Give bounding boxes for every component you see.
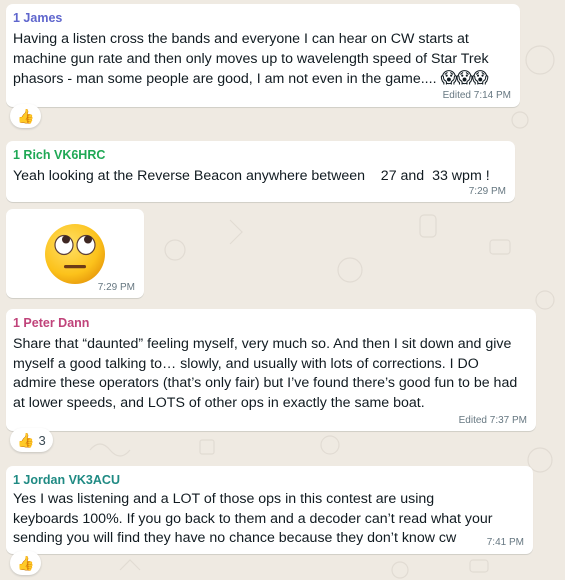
screaming-face-emoji: 😱😱😱 [440, 70, 488, 87]
message-timestamp: 7:29 PM [468, 186, 506, 197]
sender-name[interactable]: 1 Rich VK6HRC [13, 148, 105, 162]
message-text: Yes I was listening and a LOT of those o… [13, 491, 493, 546]
message-bubble[interactable]: 1 James Having a listen cross the bands … [6, 4, 520, 107]
message-body: Having a listen cross the bands and ever… [13, 31, 489, 87]
message-timestamp: 7:29 PM [97, 282, 135, 293]
reaction-count: 3 [38, 433, 46, 448]
message-bubble[interactable]: 1 Jordan VK3ACU Yes I was listening and … [6, 466, 533, 554]
thumbs-up-icon: 👍 [17, 555, 35, 571]
message-text: Yeah looking at the Reverse Beacon anywh… [13, 168, 490, 184]
thumbs-up-icon: 👍 [17, 432, 35, 448]
message-timestamp: 7:41 PM [486, 537, 524, 548]
reaction-badge[interactable]: 👍 [10, 551, 42, 575]
message-bubble[interactable]: 1 Rich VK6HRC Yeah looking at the Revers… [6, 141, 515, 202]
message-timestamp: Edited 7:14 PM [442, 90, 511, 101]
message-timestamp: Edited 7:37 PM [458, 415, 527, 426]
message-text: Having a listen cross the bands and ever… [13, 30, 510, 90]
reaction-badge[interactable]: 👍 [10, 104, 42, 128]
message-bubble[interactable]: 7:29 PM [6, 209, 144, 298]
sender-name[interactable]: 1 James [13, 11, 62, 25]
thumbs-up-icon: 👍 [17, 108, 35, 124]
face-with-rolling-eyes-emoji [45, 224, 105, 284]
message-bubble[interactable]: 1 Peter Dann Share that “daunted” feelin… [6, 309, 536, 431]
reaction-badge[interactable]: 👍 3 [10, 428, 53, 452]
message-text: Share that “daunted” feeling myself, ver… [13, 336, 518, 411]
sender-name[interactable]: 1 Peter Dann [13, 316, 89, 330]
sender-name[interactable]: 1 Jordan VK3ACU [13, 473, 120, 487]
